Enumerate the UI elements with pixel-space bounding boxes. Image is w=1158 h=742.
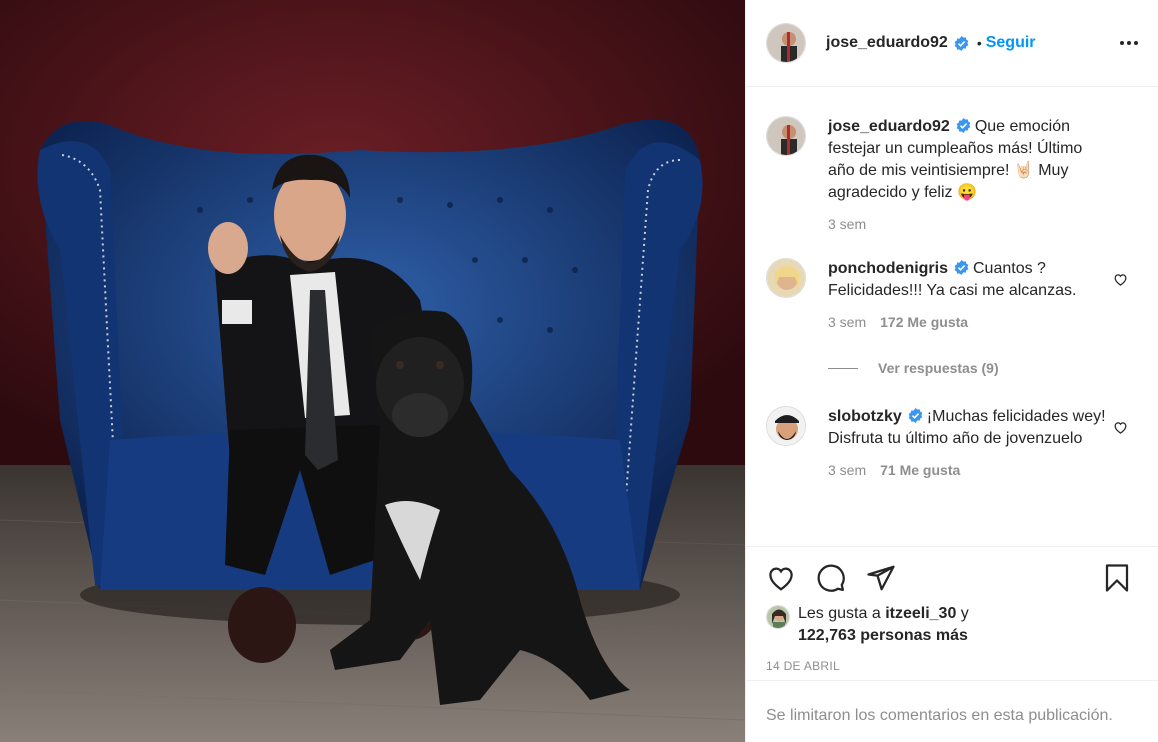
comments-limited-notice: Se limitaron los comentarios en esta pub…	[746, 680, 1158, 742]
commenter-avatar[interactable]	[766, 406, 806, 446]
follow-button[interactable]: Seguir	[986, 34, 1036, 52]
commenter-avatar[interactable]	[766, 258, 806, 298]
separator-dot: •	[976, 35, 982, 51]
heart-icon[interactable]	[766, 563, 796, 593]
caption-time[interactable]: 3 sem	[828, 216, 866, 232]
comment-meta: 3 sem 71 Me gusta	[828, 462, 1113, 478]
action-bar	[766, 547, 1138, 609]
comment-heart-icon[interactable]	[1113, 272, 1128, 287]
comment-heart-icon[interactable]	[1113, 420, 1128, 435]
verified-icon	[954, 35, 969, 51]
comment-icon[interactable]	[816, 563, 846, 593]
comment-body: slobotzky ¡Muchas felicidades wey! Disfru…	[828, 406, 1113, 450]
comment-item: ponchodenigris Cuantos ? Felicidades!!! Y…	[766, 258, 1138, 330]
comment-body: ponchodenigris Cuantos ? Felicidades!!! Y…	[828, 258, 1113, 302]
comment-time[interactable]: 3 sem	[828, 314, 866, 330]
liker-avatar[interactable]	[766, 605, 790, 629]
post-header: jose_eduardo92 • Seguir	[746, 0, 1158, 87]
post-side-panel: jose_eduardo92 • Seguir jose_eduardo92 Qu…	[745, 0, 1158, 742]
share-icon[interactable]	[866, 563, 896, 593]
liker-username[interactable]: itzeeli_30	[885, 605, 956, 622]
author-username[interactable]: jose_eduardo92	[826, 34, 948, 52]
author-avatar[interactable]	[766, 23, 806, 63]
replies-divider	[828, 367, 858, 369]
comment-likes[interactable]: 71 Me gusta	[880, 462, 960, 478]
likes-count[interactable]: 122,763 personas más	[798, 627, 968, 644]
view-replies-label: Ver respuestas (9)	[878, 360, 999, 376]
bookmark-icon[interactable]	[1102, 563, 1132, 593]
comments-section: jose_eduardo92 Que emoción festejar un cu…	[746, 88, 1158, 546]
likes-summary: Les gusta a itzeeli_30 y 122,763 persona…	[766, 603, 1138, 647]
caption-body: jose_eduardo92 Que emoción festejar un cu…	[828, 116, 1113, 204]
comment-username[interactable]: slobotzky	[828, 408, 902, 425]
comment-time[interactable]: 3 sem	[828, 462, 866, 478]
caption-username[interactable]: jose_eduardo92	[828, 118, 950, 135]
caption: jose_eduardo92 Que emoción festejar un cu…	[766, 116, 1138, 232]
comment-item: slobotzky ¡Muchas felicidades wey! Disfru…	[766, 406, 1138, 478]
likes-text: Les gusta a itzeeli_30 y 122,763 persona…	[798, 603, 969, 647]
caption-avatar[interactable]	[766, 116, 806, 156]
post-dialog: jose_eduardo92 • Seguir jose_eduardo92 Qu…	[0, 0, 1158, 742]
post-photo[interactable]	[0, 0, 745, 742]
view-replies-button[interactable]: Ver respuestas (9)	[828, 360, 1138, 376]
comment-likes[interactable]: 172 Me gusta	[880, 314, 968, 330]
verified-icon	[956, 118, 971, 133]
likes-suffix: y	[960, 605, 969, 622]
caption-meta: 3 sem	[828, 216, 1113, 232]
comment-meta: 3 sem 172 Me gusta	[828, 314, 1113, 330]
more-icon[interactable]	[1120, 35, 1138, 51]
verified-icon	[908, 408, 923, 423]
likes-prefix: Les gusta a	[798, 605, 881, 622]
verified-icon	[954, 260, 969, 275]
photo-illustration	[0, 0, 745, 742]
post-actions-section: Les gusta a itzeeli_30 y 122,763 persona…	[746, 546, 1158, 673]
comment-username[interactable]: ponchodenigris	[828, 260, 948, 277]
post-date[interactable]: 14 DE ABRIL	[766, 659, 1138, 673]
